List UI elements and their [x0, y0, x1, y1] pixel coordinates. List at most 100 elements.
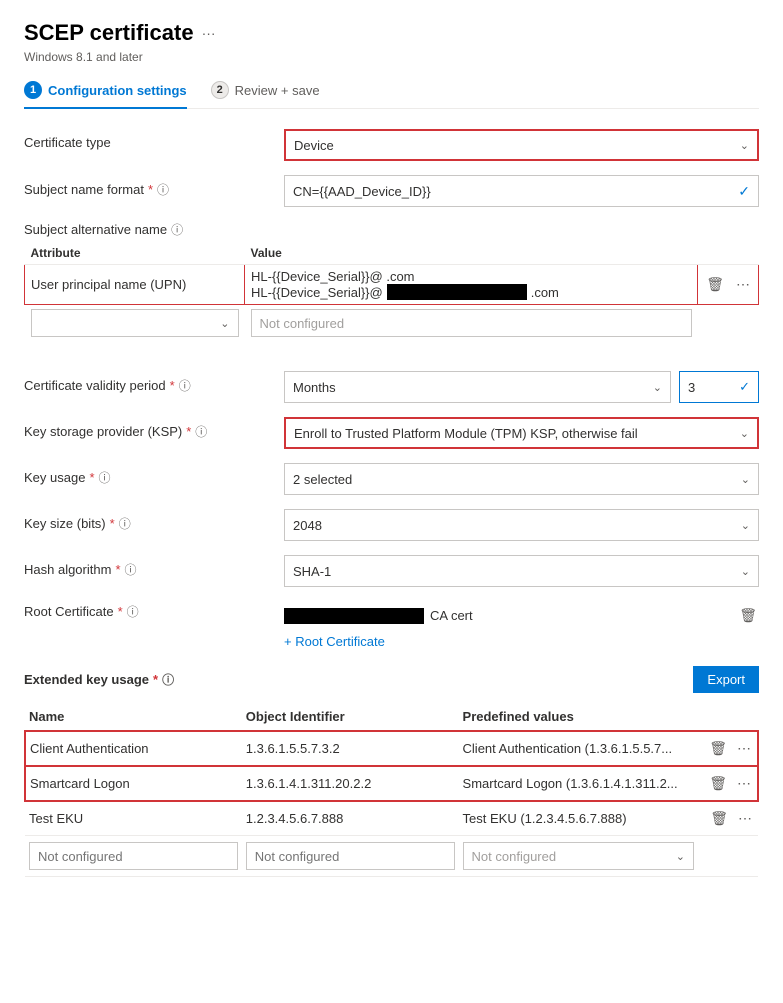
san-table: Attribute Value User principal name (UPN…	[24, 242, 759, 341]
required-indicator: *	[186, 424, 191, 439]
caret-icon: ⌄	[676, 850, 685, 863]
eku-delete-smartcard[interactable]: 🗑	[707, 773, 729, 794]
ksp-value: Enroll to Trusted Platform Module (TPM) …	[294, 426, 638, 441]
san-value-content: HL-{{Device_Serial}}@ .com	[251, 284, 559, 300]
validity-unit-value: Months	[293, 380, 336, 395]
eku-more-test[interactable]: ⋯	[736, 808, 754, 829]
key-size-info-icon[interactable]: ⓘ	[119, 515, 131, 532]
hash-algorithm-dropdown[interactable]: SHA-1 ⌄	[284, 555, 759, 587]
key-usage-row: Key usage * ⓘ 2 selected ⌄	[24, 463, 759, 495]
key-usage-info-icon[interactable]: ⓘ	[99, 469, 111, 486]
eku-table: Name Object Identifier Predefined values…	[24, 703, 759, 877]
required-indicator: *	[118, 604, 123, 619]
hash-algorithm-row: Hash algorithm * ⓘ SHA-1 ⌄	[24, 555, 759, 587]
key-usage-dropdown[interactable]: 2 selected ⌄	[284, 463, 759, 495]
eku-name-input[interactable]	[29, 842, 238, 870]
eku-predefined-smartcard: Smartcard Logon (1.3.6.1.4.1.311.2...	[459, 766, 698, 801]
eku-more-client-auth[interactable]: ⋯	[735, 738, 753, 759]
tab-label-config: Configuration settings	[48, 83, 187, 98]
eku-oid-client-auth: 1.3.6.1.5.5.7.3.2	[242, 731, 459, 766]
subject-name-format-dropdown[interactable]: CN={{AAD_Device_ID}} ✓	[284, 175, 759, 207]
certificate-type-row: Certificate type Device ⌄	[24, 129, 759, 161]
root-cert-delete-button[interactable]: 🗑	[737, 605, 759, 626]
eku-predefined-dropdown[interactable]: Not configured ⌄	[463, 842, 694, 870]
eku-name-test: Test EKU	[25, 801, 242, 836]
subject-name-format-label: Subject name format * ⓘ	[24, 175, 284, 198]
hash-algorithm-label: Hash algorithm * ⓘ	[24, 555, 284, 578]
eku-oid-smartcard: 1.3.6.1.4.1.311.20.2.2	[242, 766, 459, 801]
page-title: SCEP certificate	[24, 20, 194, 46]
check-icon: ✓	[738, 183, 750, 200]
required-indicator: *	[153, 672, 158, 687]
root-cert-control: CA cert 🗑 + Root Certificate	[284, 601, 759, 649]
eku-delete-client-auth[interactable]: 🗑	[707, 738, 729, 759]
validity-number-input[interactable]: 3 ✓	[679, 371, 759, 403]
more-options-icon[interactable]: ···	[202, 25, 216, 41]
info-icon[interactable]: ⓘ	[157, 181, 169, 198]
eku-table-header: Name Object Identifier Predefined values	[25, 703, 758, 731]
validity-check-icon: ✓	[739, 379, 750, 395]
eku-section: Extended key usage * ⓘ Export Name Objec…	[24, 663, 759, 877]
san-delete-button[interactable]: 🗑	[704, 274, 726, 295]
san-info-icon[interactable]: ⓘ	[171, 221, 183, 238]
caret-icon: ⌄	[741, 473, 750, 486]
root-cert-name: CA cert	[284, 608, 473, 624]
eku-predefined-test: Test EKU (1.2.3.4.5.6.7.888)	[459, 801, 698, 836]
eku-row-actions-client-auth: 🗑 ⋯	[702, 738, 753, 759]
hash-info-icon[interactable]: ⓘ	[125, 561, 137, 578]
tab-number-review: 2	[211, 81, 229, 99]
key-size-dropdown[interactable]: 2048 ⌄	[284, 509, 759, 541]
root-cert-info-icon[interactable]: ⓘ	[127, 603, 139, 620]
key-size-row: Key size (bits) * ⓘ 2048 ⌄	[24, 509, 759, 541]
root-cert-label: Root Certificate * ⓘ	[24, 601, 284, 620]
validity-control: Months ⌄ 3 ✓	[284, 371, 759, 403]
eku-delete-test[interactable]: 🗑	[708, 808, 730, 829]
add-root-cert-link[interactable]: + Root Certificate	[284, 630, 759, 649]
san-empty-placeholder: Not configured	[260, 316, 345, 331]
eku-oid-input[interactable]	[246, 842, 455, 870]
root-cert-suffix: CA cert	[430, 608, 473, 623]
ksp-label: Key storage provider (KSP) * ⓘ	[24, 417, 284, 440]
tab-review[interactable]: 2 Review + save	[211, 81, 320, 109]
certificate-type-dropdown[interactable]: Device ⌄	[284, 129, 759, 161]
required-indicator: *	[170, 378, 175, 393]
eku-info-icon[interactable]: ⓘ	[162, 671, 174, 688]
eku-row-smartcard: Smartcard Logon 1.3.6.1.4.1.311.20.2.2 S…	[25, 766, 758, 801]
san-attr-dropdown-empty[interactable]: ⌄	[31, 309, 239, 337]
redacted-bar	[387, 284, 527, 300]
export-button[interactable]: Export	[693, 666, 759, 693]
subject-name-format-row: Subject name format * ⓘ CN={{AAD_Device_…	[24, 175, 759, 207]
san-more-button[interactable]: ⋯	[734, 274, 752, 295]
certificate-type-value: Device	[294, 138, 334, 153]
key-size-label: Key size (bits) * ⓘ	[24, 509, 284, 532]
key-usage-value: 2 selected	[293, 472, 352, 487]
san-value-header: Value	[245, 242, 698, 265]
validity-label: Certificate validity period * ⓘ	[24, 371, 284, 394]
ksp-info-icon[interactable]: ⓘ	[195, 423, 207, 440]
caret-icon-empty: ⌄	[220, 317, 229, 330]
eku-empty-row: Not configured ⌄	[25, 836, 758, 877]
hash-algorithm-control: SHA-1 ⌄	[284, 555, 759, 587]
caret-icon: ⌄	[653, 381, 662, 394]
eku-name-client-auth: Client Authentication	[25, 731, 242, 766]
tab-label-review: Review + save	[235, 83, 320, 98]
validity-info-icon[interactable]: ⓘ	[179, 377, 191, 394]
eku-row-test-eku: Test EKU 1.2.3.4.5.6.7.888 Test EKU (1.2…	[25, 801, 758, 836]
certificate-type-control: Device ⌄	[284, 129, 759, 161]
root-cert-row: Root Certificate * ⓘ CA cert 🗑 + Root Ce…	[24, 601, 759, 649]
key-usage-control: 2 selected ⌄	[284, 463, 759, 495]
ksp-control: Enroll to Trusted Platform Module (TPM) …	[284, 417, 759, 449]
tab-configuration[interactable]: 1 Configuration settings	[24, 81, 187, 109]
eku-more-smartcard[interactable]: ⋯	[735, 773, 753, 794]
san-value-dropdown-empty[interactable]: Not configured	[251, 309, 692, 337]
eku-row-actions-smartcard: 🗑 ⋯	[702, 773, 753, 794]
eku-col-predefined: Predefined values	[459, 703, 698, 731]
validity-inner-row: Months ⌄ 3 ✓	[284, 371, 759, 403]
key-usage-label: Key usage * ⓘ	[24, 463, 284, 486]
eku-name-smartcard: Smartcard Logon	[25, 766, 242, 801]
san-empty-row: ⌄ Not configured	[25, 305, 759, 342]
ksp-dropdown[interactable]: Enroll to Trusted Platform Module (TPM) …	[284, 417, 759, 449]
validity-unit-dropdown[interactable]: Months ⌄	[284, 371, 671, 403]
san-section: Subject alternative name ⓘ Attribute Val…	[24, 221, 759, 341]
page-subtitle: Windows 8.1 and later	[24, 50, 759, 64]
